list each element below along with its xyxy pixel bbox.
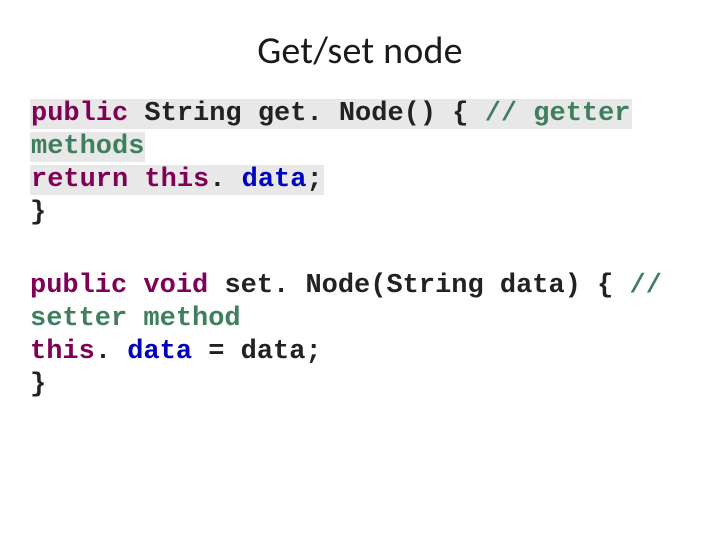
space <box>613 271 629 301</box>
space <box>242 99 258 129</box>
space <box>128 165 144 195</box>
paren-close: ) <box>565 271 581 301</box>
field-data: data <box>242 165 307 195</box>
getter-line-2: methods <box>30 131 690 164</box>
getter-line-4: } <box>30 197 690 230</box>
getter-line-1: public String get. Node() { // getter <box>30 98 690 131</box>
rhs-data: data; <box>241 337 322 367</box>
dot: . <box>95 337 127 367</box>
arg-data: data <box>500 271 565 301</box>
brace-close: } <box>30 370 46 400</box>
kw-return: return <box>31 165 128 195</box>
kw-this: this <box>144 165 209 195</box>
comment-slashes: // <box>630 271 662 301</box>
dot: . <box>209 165 241 195</box>
fn-getnode: get. Node() <box>258 99 436 129</box>
slide-title: Get/set node <box>30 28 690 74</box>
setter-line-2: setter method <box>30 303 690 336</box>
comment-setter-method: setter method <box>30 304 241 334</box>
space <box>436 99 452 129</box>
comment-getter: // getter <box>485 99 631 129</box>
space <box>484 271 500 301</box>
fn-setnode: set. Node(String <box>224 271 483 301</box>
code-block-setter: public void set. Node(String data) { // … <box>30 270 690 402</box>
type-string: String <box>144 99 241 129</box>
setter-line-1: public void set. Node(String data) { // <box>30 270 690 303</box>
kw-this: this <box>30 337 95 367</box>
space <box>208 271 224 301</box>
kw-void: void <box>143 271 208 301</box>
space <box>192 337 208 367</box>
kw-public: public <box>30 271 127 301</box>
brace-open: { <box>597 271 613 301</box>
space <box>127 271 143 301</box>
setter-line-3: this. data = data; <box>30 336 690 369</box>
getter-l1-highlight: public String get. Node() { // getter <box>30 99 632 129</box>
brace-close: } <box>30 198 46 228</box>
getter-line-3: return this. data; <box>30 164 690 197</box>
space <box>581 271 597 301</box>
brace-open: { <box>452 99 468 129</box>
space <box>468 99 484 129</box>
getter-l3-highlight: return this. data; <box>30 165 324 195</box>
space <box>224 337 240 367</box>
space <box>128 99 144 129</box>
field-data: data <box>127 337 192 367</box>
code-block-getter: public String get. Node() { // getter me… <box>30 98 690 230</box>
setter-line-4: } <box>30 369 690 402</box>
semicolon: ; <box>306 165 322 195</box>
kw-public: public <box>31 99 128 129</box>
slide: Get/set node public String get. Node() {… <box>0 0 720 540</box>
equals: = <box>208 337 224 367</box>
comment-methods: methods <box>30 132 145 162</box>
